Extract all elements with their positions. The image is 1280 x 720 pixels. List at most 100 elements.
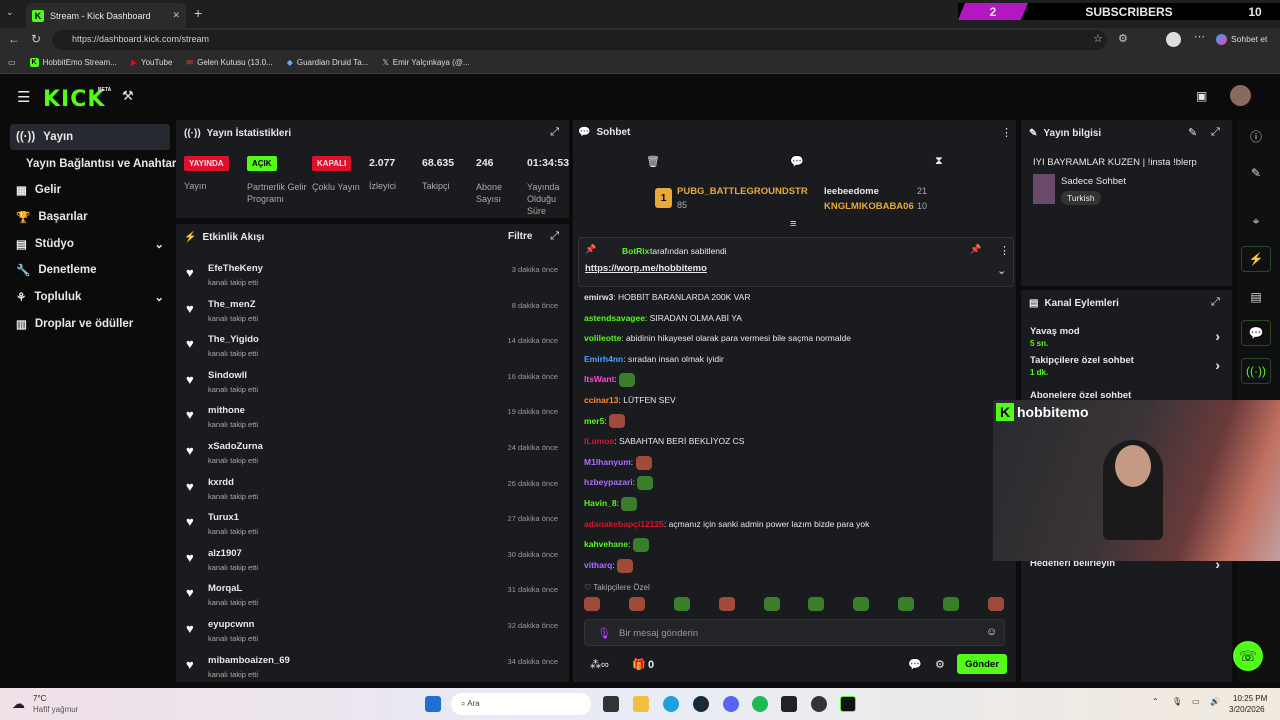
emote-icon[interactable] (853, 597, 870, 611)
obs-icon[interactable] (811, 696, 827, 712)
windows-start-icon[interactable] (425, 696, 441, 712)
mic-tray-icon[interactable]: 🎙 (1172, 697, 1182, 706)
chat-username[interactable]: vitharq (584, 560, 612, 570)
creator-tools-icon[interactable]: ⚒ (122, 88, 134, 104)
kick-logo[interactable]: KICK (43, 87, 105, 112)
chat-username[interactable]: Emirh4nn (584, 354, 623, 364)
more-menu-icon[interactable]: ⋯ (1194, 30, 1205, 43)
volume-icon[interactable]: 🔊 (1210, 697, 1220, 706)
chat-username[interactable]: mer5 (584, 416, 604, 426)
chat-options-icon[interactable]: 💬 (790, 155, 804, 168)
steam-icon[interactable] (693, 696, 709, 712)
bookmark-youtube[interactable]: ▶ YouTube (131, 58, 173, 67)
chat-menu-icon[interactable]: ⋮ (1001, 126, 1012, 139)
chat-message[interactable]: M1lhanyum: (584, 454, 652, 470)
chevron-down-icon[interactable]: ⌄ (997, 264, 1006, 277)
chat-message[interactable]: kahvehane: (584, 536, 649, 552)
event-username[interactable]: eyupcwnn (208, 619, 254, 630)
bookmark-gmail[interactable]: ✉ Gelen Kutusu (13.0... (186, 58, 272, 67)
category-name[interactable]: Sadece Sohbet (1061, 176, 1126, 187)
close-tab-icon[interactable]: ✕ (172, 10, 180, 21)
copilot-button[interactable]: Sohbet et (1216, 34, 1267, 45)
chat-username[interactable]: M1lhanyum (584, 457, 631, 467)
bolt-icon[interactable]: ⚡ (1241, 246, 1271, 272)
info-icon[interactable]: ⓘ (1241, 123, 1271, 149)
chat-username[interactable]: ItsWant (584, 374, 614, 384)
event-username[interactable]: EfeTheKeny (208, 263, 263, 274)
emote-icon[interactable] (718, 597, 735, 611)
emote-icon[interactable] (763, 597, 780, 611)
trash-icon[interactable]: 🗑 (646, 155, 660, 168)
chat-input[interactable]: 🎙 Bir mesaj gönderin ☺ (584, 619, 1005, 646)
emote-icon[interactable] (898, 597, 915, 611)
sidebar-item-gelir[interactable]: ▦ Gelir (10, 177, 170, 203)
chat-message[interactable]: volileotte: abidinin hikayesel olarak pa… (584, 330, 851, 346)
collapse-icon[interactable]: ≡ (790, 218, 796, 230)
event-username[interactable]: xSadoZurna (208, 441, 263, 452)
chat-message[interactable]: ILumos: SABAHTAN BERİ BEKLİYOZ CS (584, 433, 744, 449)
support-button[interactable]: ☏ (1233, 641, 1263, 671)
popout-icon[interactable]: ⤢ (1211, 126, 1220, 139)
chat-message[interactable]: ccinar13: LÜTFEN SEV (584, 392, 676, 408)
chat-username[interactable]: ccinar13 (584, 395, 619, 405)
send-button[interactable]: Gönder (957, 654, 1007, 674)
chat-username[interactable]: hzbeypazari (584, 477, 633, 487)
emote-icon[interactable] (584, 597, 600, 611)
sidebar-item-basarilar[interactable]: 🏆 Başarılar (10, 204, 170, 230)
chat-message[interactable]: adanakebapçi12125: açmanız için sanki ad… (584, 516, 869, 532)
chat-username[interactable]: adanakebapçi12125 (584, 519, 664, 529)
edit-icon[interactable]: ✎ (1188, 126, 1197, 139)
new-tab-icon[interactable]: + (194, 5, 202, 21)
pinned-menu-icon[interactable]: ⋮ (999, 244, 1010, 257)
sidebar-item-stream-key[interactable]: Yayın Bağlantısı ve Anahtarı (10, 151, 180, 177)
edit-icon[interactable]: ✎ (1241, 160, 1271, 186)
sidebar-item-yayin[interactable]: ((·)) Yayın (10, 124, 170, 150)
event-username[interactable]: MorqaL (208, 583, 242, 594)
sidebar-item-denetleme[interactable]: 🔧 Denetleme (10, 257, 170, 283)
chat-message[interactable]: mer5: (584, 413, 626, 429)
chat-icon[interactable]: 💬 (1241, 320, 1271, 346)
sidebar-item-studyo[interactable]: ▤ Stüdyo ⌄ (10, 231, 170, 257)
tab-list-icon[interactable]: ⌄ (6, 7, 14, 18)
discord-icon[interactable] (723, 696, 739, 712)
chat-message[interactable]: ItsWant: (584, 371, 636, 388)
tray-chevron-icon[interactable]: ⌃ (1152, 697, 1159, 706)
chat-username[interactable]: volileotte (584, 333, 621, 343)
event-username[interactable]: Turux1 (208, 512, 239, 523)
filter-button[interactable]: Filtre (508, 231, 532, 242)
hourglass-icon[interactable]: ⧗ (935, 155, 943, 168)
event-username[interactable]: mibamboaizen_69 (208, 655, 290, 666)
chat-username[interactable]: emirw3 (584, 292, 613, 302)
kick-studio-icon[interactable] (840, 696, 856, 712)
edge-icon[interactable] (663, 696, 679, 712)
bookmark-hobbitemo[interactable]: K HobbitEmo Stream... (29, 58, 117, 67)
browser-tab[interactable]: K Stream - Kick Dashboard ✕ (26, 3, 186, 28)
favorite-star-icon[interactable]: ☆ (1093, 32, 1103, 45)
file-explorer-icon[interactable] (633, 696, 649, 712)
back-icon[interactable]: ← (8, 32, 20, 46)
chat-username[interactable]: astendsavagee (584, 313, 645, 323)
followers-only-row[interactable]: Takipçilere özel sohbet 1 dk. › (1030, 355, 1225, 377)
emote-icon[interactable] (628, 597, 645, 611)
popout-icon[interactable]: ⤢ (550, 126, 559, 139)
url-field[interactable]: https://dashboard.kick.com/stream (52, 30, 1107, 50)
spotify-icon[interactable] (752, 696, 768, 712)
emote-icon[interactable] (987, 597, 1004, 611)
event-username[interactable]: kxrdd (208, 477, 234, 488)
chat-message[interactable]: astendsavagee: SIRADAN OLMA ABİ YA (584, 310, 742, 326)
chat-message[interactable]: Emirh4nn: sıradan insan olmak iyidir (584, 351, 724, 367)
pinned-message[interactable]: 📌 BotRix tarafından sabitlendi https://w… (578, 237, 1014, 287)
bookmarks-menu-icon[interactable]: ▭ (8, 58, 16, 67)
taskbar-search[interactable]: ⌕ Ara (451, 693, 591, 715)
bookmark-x[interactable]: 𝕏 Emir Yalçınkaya (@... (382, 58, 469, 67)
broadcast-icon[interactable]: ((·)) (1241, 358, 1271, 384)
emote-icon[interactable] (943, 597, 959, 611)
terminal-icon[interactable] (781, 696, 797, 712)
sidebar-item-topluluk[interactable]: ⚘ Topluluk ⌄ (10, 284, 170, 310)
chat-message[interactable]: hzbeypazari: (584, 474, 654, 491)
document-icon[interactable]: ▤ (1241, 284, 1271, 310)
pinned-link[interactable]: https://worp.me/hobbitemo (585, 263, 707, 274)
settings-icon[interactable]: ⚙ (935, 658, 945, 671)
mic-icon[interactable]: 🎙 (597, 627, 611, 640)
event-username[interactable]: The_menZ (208, 299, 256, 310)
